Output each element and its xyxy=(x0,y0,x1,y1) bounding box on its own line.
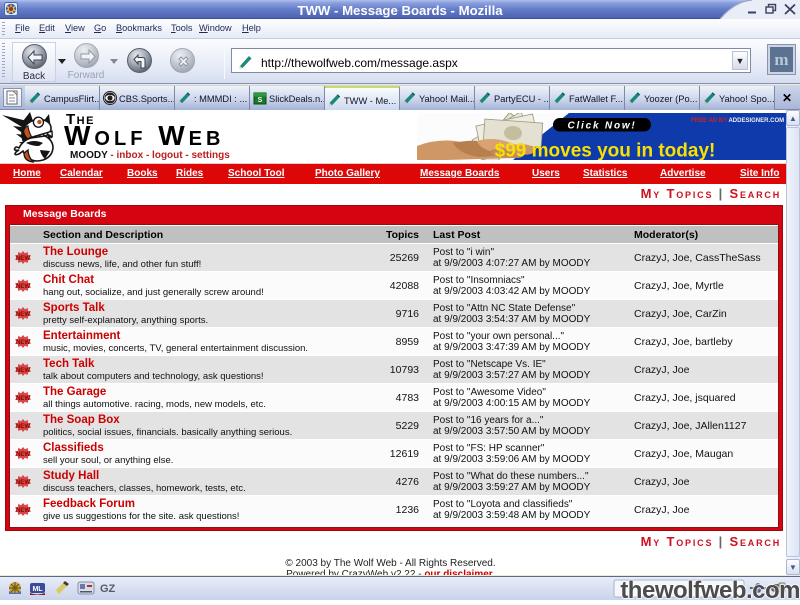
svg-text:S: S xyxy=(258,97,263,104)
svg-text:GZ: GZ xyxy=(100,583,116,595)
svg-text:NEW: NEW xyxy=(16,312,30,318)
svg-text:NEW: NEW xyxy=(16,396,30,402)
svg-text:NEW: NEW xyxy=(16,452,30,458)
svg-text:FREE AD BY ADDESIGNER.COM: FREE AD BY ADDESIGNER.COM xyxy=(691,118,784,124)
svg-text:NEW: NEW xyxy=(16,480,30,486)
svg-text:ML: ML xyxy=(32,586,43,593)
svg-text:NEW: NEW xyxy=(16,284,30,290)
svg-text:NEW: NEW xyxy=(16,256,30,262)
svg-text:NEW: NEW xyxy=(16,368,30,374)
svg-text:NEW: NEW xyxy=(16,424,30,430)
svg-text:NEW: NEW xyxy=(16,508,30,514)
svg-text:NEW: NEW xyxy=(16,340,30,346)
svg-text:$99 moves you in today!: $99 moves you in today! xyxy=(495,141,716,161)
svg-text:Click Now!: Click Now! xyxy=(567,121,636,132)
